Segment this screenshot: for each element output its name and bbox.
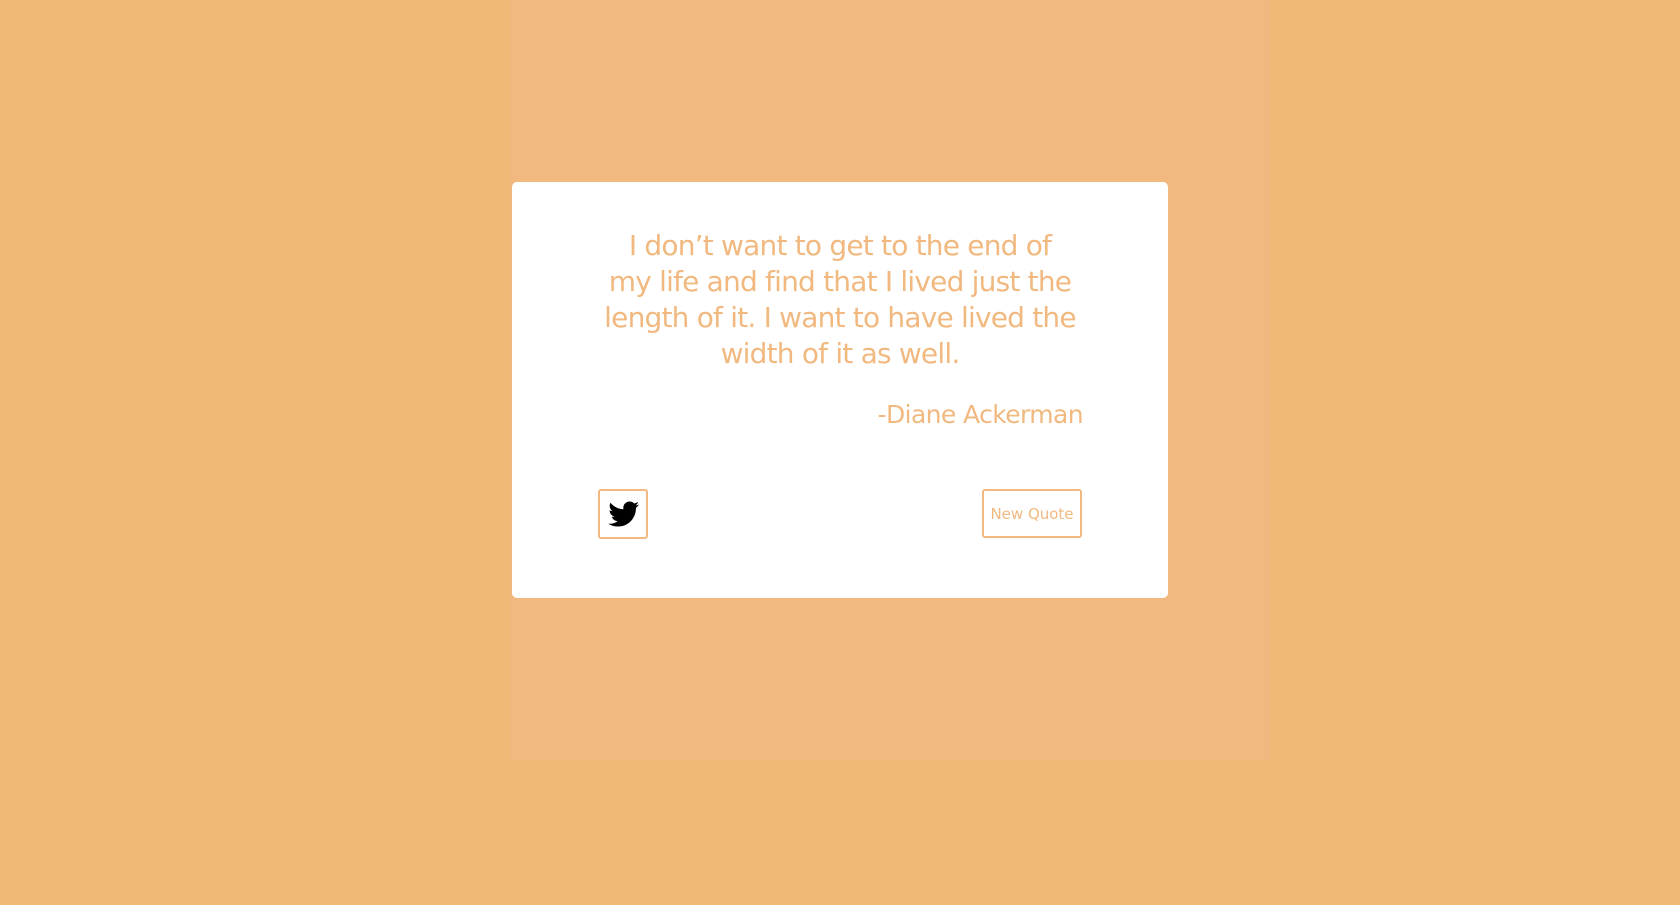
quote-author: -Diane Ackerman <box>877 400 1084 429</box>
twitter-bird-icon <box>605 499 641 529</box>
tweet-button[interactable] <box>598 489 648 539</box>
quote-text: I don’t want to get to the end of my lif… <box>604 229 1076 370</box>
new-quote-button[interactable]: New Quote <box>982 489 1082 538</box>
quote-card: I don’t want to get to the end of my lif… <box>512 182 1168 598</box>
